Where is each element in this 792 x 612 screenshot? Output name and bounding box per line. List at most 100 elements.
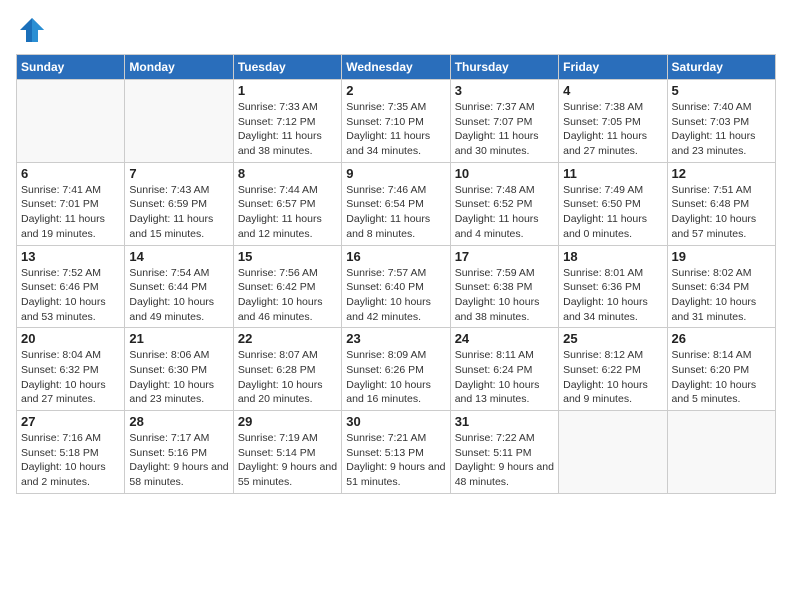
day-info: Sunrise: 7:37 AMSunset: 7:07 PMDaylight:… bbox=[455, 100, 554, 159]
week-row-1: 6Sunrise: 7:41 AMSunset: 7:01 PMDaylight… bbox=[17, 162, 776, 245]
day-number: 29 bbox=[238, 414, 337, 429]
day-info: Sunrise: 8:01 AMSunset: 6:36 PMDaylight:… bbox=[563, 266, 662, 325]
day-number: 18 bbox=[563, 249, 662, 264]
day-info: Sunrise: 7:57 AMSunset: 6:40 PMDaylight:… bbox=[346, 266, 445, 325]
day-cell: 10Sunrise: 7:48 AMSunset: 6:52 PMDayligh… bbox=[450, 162, 558, 245]
day-cell: 24 Sunrise: 8:11 AMSunset: 6:24 PMDayligh… bbox=[450, 328, 558, 411]
header-friday: Friday bbox=[559, 55, 667, 80]
day-info: Sunrise: 8:09 AMSunset: 6:26 PMDaylight:… bbox=[346, 348, 445, 407]
day-number: 5 bbox=[672, 83, 771, 98]
day-cell: 8Sunrise: 7:44 AMSunset: 6:57 PMDaylight… bbox=[233, 162, 341, 245]
day-cell: 5 Sunrise: 7:40 AMSunset: 7:03 PMDaylight… bbox=[667, 80, 775, 163]
day-number: 10 bbox=[455, 166, 554, 181]
day-info: Sunrise: 7:54 AMSunset: 6:44 PMDaylight:… bbox=[129, 266, 228, 325]
day-info: Sunrise: 7:16 AMSunset: 5:18 PMDaylight:… bbox=[21, 431, 120, 490]
logo-icon bbox=[18, 16, 46, 44]
day-number: 22 bbox=[238, 331, 337, 346]
day-number: 25 bbox=[563, 331, 662, 346]
week-row-3: 20Sunrise: 8:04 AMSunset: 6:32 PMDayligh… bbox=[17, 328, 776, 411]
day-number: 17 bbox=[455, 249, 554, 264]
day-cell: 1 Sunrise: 7:33 AMSunset: 7:12 PMDaylight… bbox=[233, 80, 341, 163]
day-cell: 30 Sunrise: 7:21 AMSunset: 5:13 PMDayligh… bbox=[342, 411, 450, 494]
week-row-0: 1 Sunrise: 7:33 AMSunset: 7:12 PMDaylight… bbox=[17, 80, 776, 163]
header-saturday: Saturday bbox=[667, 55, 775, 80]
day-info: Sunrise: 7:17 AMSunset: 5:16 PMDaylight:… bbox=[129, 431, 228, 490]
day-cell: 4 Sunrise: 7:38 AMSunset: 7:05 PMDaylight… bbox=[559, 80, 667, 163]
day-cell bbox=[667, 411, 775, 494]
header-tuesday: Tuesday bbox=[233, 55, 341, 80]
day-cell: 12 Sunrise: 7:51 AMSunset: 6:48 PMDayligh… bbox=[667, 162, 775, 245]
day-cell: 6Sunrise: 7:41 AMSunset: 7:01 PMDaylight… bbox=[17, 162, 125, 245]
day-cell: 3 Sunrise: 7:37 AMSunset: 7:07 PMDaylight… bbox=[450, 80, 558, 163]
day-cell: 18 Sunrise: 8:01 AMSunset: 6:36 PMDayligh… bbox=[559, 245, 667, 328]
day-cell: 13 Sunrise: 7:52 AMSunset: 6:46 PMDayligh… bbox=[17, 245, 125, 328]
day-number: 6 bbox=[21, 166, 120, 181]
day-info: Sunrise: 8:04 AMSunset: 6:32 PMDaylight:… bbox=[21, 348, 120, 407]
calendar-header-row: SundayMondayTuesdayWednesdayThursdayFrid… bbox=[17, 55, 776, 80]
day-info: Sunrise: 7:52 AMSunset: 6:46 PMDaylight:… bbox=[21, 266, 120, 325]
day-number: 7 bbox=[129, 166, 228, 181]
header-thursday: Thursday bbox=[450, 55, 558, 80]
day-number: 23 bbox=[346, 331, 445, 346]
day-cell: 29 Sunrise: 7:19 AMSunset: 5:14 PMDayligh… bbox=[233, 411, 341, 494]
day-cell: 23 Sunrise: 8:09 AMSunset: 6:26 PMDayligh… bbox=[342, 328, 450, 411]
day-cell: 17 Sunrise: 7:59 AMSunset: 6:38 PMDayligh… bbox=[450, 245, 558, 328]
day-info: Sunrise: 7:21 AMSunset: 5:13 PMDaylight:… bbox=[346, 431, 445, 490]
day-number: 13 bbox=[21, 249, 120, 264]
day-cell bbox=[559, 411, 667, 494]
day-number: 30 bbox=[346, 414, 445, 429]
day-cell: 9 Sunrise: 7:46 AMSunset: 6:54 PMDaylight… bbox=[342, 162, 450, 245]
day-number: 3 bbox=[455, 83, 554, 98]
day-number: 9 bbox=[346, 166, 445, 181]
day-cell: 31Sunrise: 7:22 AMSunset: 5:11 PMDayligh… bbox=[450, 411, 558, 494]
day-number: 27 bbox=[21, 414, 120, 429]
day-cell: 2 Sunrise: 7:35 AMSunset: 7:10 PMDaylight… bbox=[342, 80, 450, 163]
day-info: Sunrise: 8:02 AMSunset: 6:34 PMDaylight:… bbox=[672, 266, 771, 325]
day-number: 4 bbox=[563, 83, 662, 98]
logo bbox=[16, 16, 46, 44]
day-info: Sunrise: 7:56 AMSunset: 6:42 PMDaylight:… bbox=[238, 266, 337, 325]
day-info: Sunrise: 7:51 AMSunset: 6:48 PMDaylight:… bbox=[672, 183, 771, 242]
day-info: Sunrise: 7:40 AMSunset: 7:03 PMDaylight:… bbox=[672, 100, 771, 159]
page-header bbox=[16, 16, 776, 44]
week-row-4: 27 Sunrise: 7:16 AMSunset: 5:18 PMDayligh… bbox=[17, 411, 776, 494]
day-cell: 27 Sunrise: 7:16 AMSunset: 5:18 PMDayligh… bbox=[17, 411, 125, 494]
day-info: Sunrise: 7:35 AMSunset: 7:10 PMDaylight:… bbox=[346, 100, 445, 159]
day-cell: 16 Sunrise: 7:57 AMSunset: 6:40 PMDayligh… bbox=[342, 245, 450, 328]
day-number: 1 bbox=[238, 83, 337, 98]
day-cell: 11 Sunrise: 7:49 AMSunset: 6:50 PMDayligh… bbox=[559, 162, 667, 245]
day-cell bbox=[17, 80, 125, 163]
day-cell: 20Sunrise: 8:04 AMSunset: 6:32 PMDayligh… bbox=[17, 328, 125, 411]
day-info: Sunrise: 7:59 AMSunset: 6:38 PMDaylight:… bbox=[455, 266, 554, 325]
day-number: 11 bbox=[563, 166, 662, 181]
day-number: 2 bbox=[346, 83, 445, 98]
day-number: 28 bbox=[129, 414, 228, 429]
day-info: Sunrise: 7:33 AMSunset: 7:12 PMDaylight:… bbox=[238, 100, 337, 159]
day-cell: 19Sunrise: 8:02 AMSunset: 6:34 PMDayligh… bbox=[667, 245, 775, 328]
day-number: 21 bbox=[129, 331, 228, 346]
day-number: 12 bbox=[672, 166, 771, 181]
header-sunday: Sunday bbox=[17, 55, 125, 80]
header-monday: Monday bbox=[125, 55, 233, 80]
day-info: Sunrise: 7:43 AMSunset: 6:59 PMDaylight:… bbox=[129, 183, 228, 242]
day-cell bbox=[125, 80, 233, 163]
day-info: Sunrise: 8:06 AMSunset: 6:30 PMDaylight:… bbox=[129, 348, 228, 407]
day-info: Sunrise: 8:11 AMSunset: 6:24 PMDaylight:… bbox=[455, 348, 554, 407]
day-cell: 22Sunrise: 8:07 AMSunset: 6:28 PMDayligh… bbox=[233, 328, 341, 411]
day-number: 24 bbox=[455, 331, 554, 346]
day-number: 14 bbox=[129, 249, 228, 264]
day-info: Sunrise: 8:12 AMSunset: 6:22 PMDaylight:… bbox=[563, 348, 662, 407]
day-info: Sunrise: 7:46 AMSunset: 6:54 PMDaylight:… bbox=[346, 183, 445, 242]
day-number: 31 bbox=[455, 414, 554, 429]
day-number: 16 bbox=[346, 249, 445, 264]
day-info: Sunrise: 7:49 AMSunset: 6:50 PMDaylight:… bbox=[563, 183, 662, 242]
calendar-table: SundayMondayTuesdayWednesdayThursdayFrid… bbox=[16, 54, 776, 494]
day-cell: 15Sunrise: 7:56 AMSunset: 6:42 PMDayligh… bbox=[233, 245, 341, 328]
day-cell: 7 Sunrise: 7:43 AMSunset: 6:59 PMDaylight… bbox=[125, 162, 233, 245]
day-info: Sunrise: 7:19 AMSunset: 5:14 PMDaylight:… bbox=[238, 431, 337, 490]
week-row-2: 13 Sunrise: 7:52 AMSunset: 6:46 PMDayligh… bbox=[17, 245, 776, 328]
header-wednesday: Wednesday bbox=[342, 55, 450, 80]
day-info: Sunrise: 7:38 AMSunset: 7:05 PMDaylight:… bbox=[563, 100, 662, 159]
day-cell: 21 Sunrise: 8:06 AMSunset: 6:30 PMDayligh… bbox=[125, 328, 233, 411]
day-cell: 26Sunrise: 8:14 AMSunset: 6:20 PMDayligh… bbox=[667, 328, 775, 411]
